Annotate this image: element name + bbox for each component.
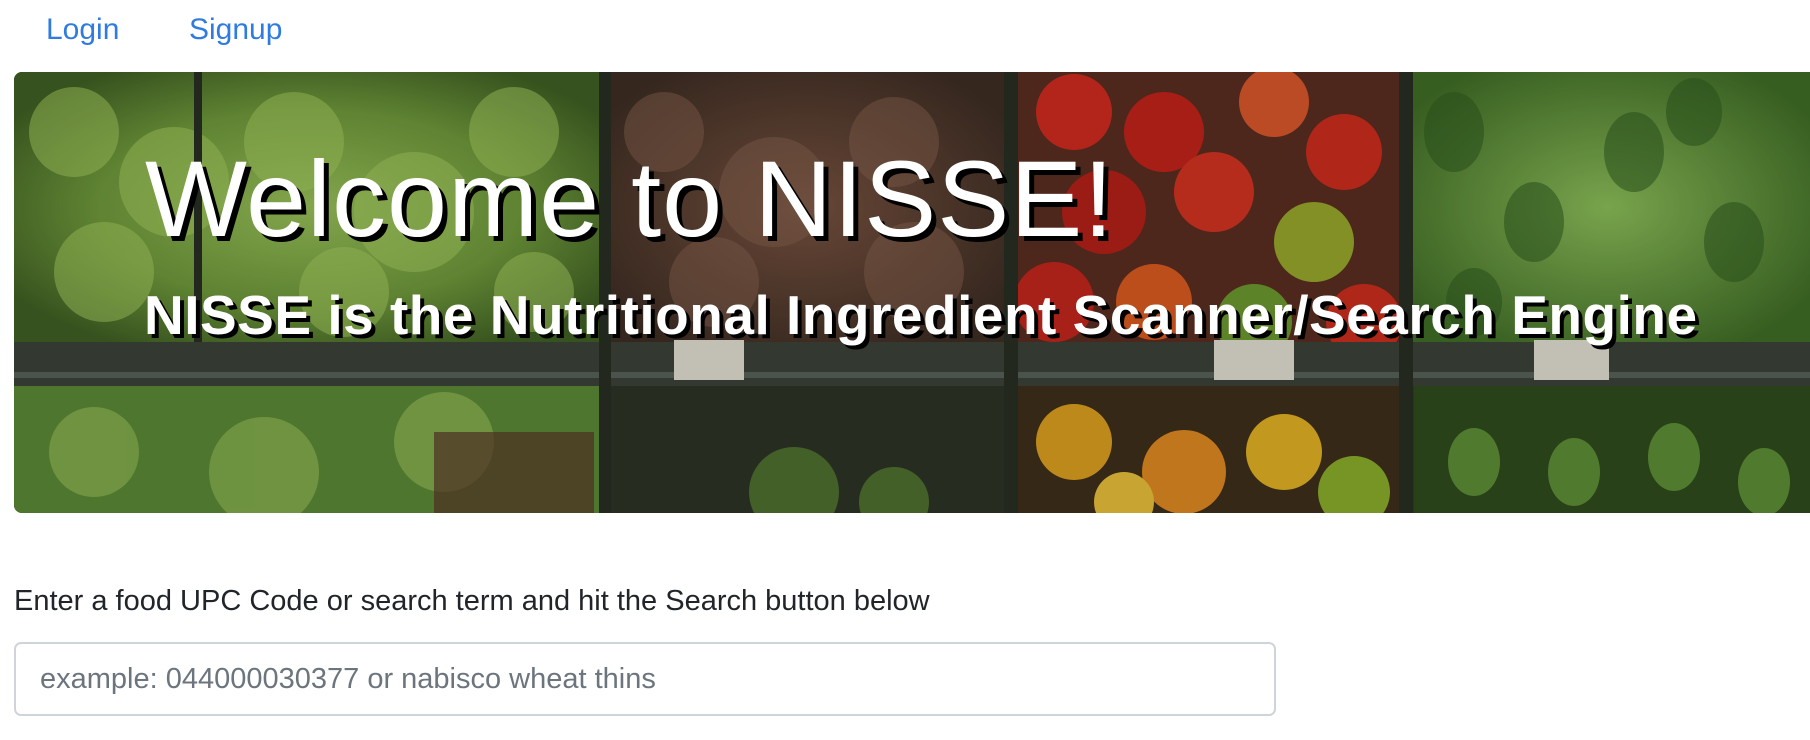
signup-link[interactable]: Signup	[189, 10, 282, 50]
login-link[interactable]: Login	[46, 10, 119, 50]
hero-title: Welcome to NISSE!	[145, 138, 1115, 259]
search-label: Enter a food UPC Code or search term and…	[14, 585, 930, 617]
top-nav: Login Signup	[0, 0, 1810, 62]
search-input[interactable]	[14, 642, 1276, 716]
hero-banner: Welcome to NISSE! NISSE is the Nutrition…	[14, 72, 1810, 513]
hero-subtitle: NISSE is the Nutritional Ingredient Scan…	[144, 284, 1698, 346]
